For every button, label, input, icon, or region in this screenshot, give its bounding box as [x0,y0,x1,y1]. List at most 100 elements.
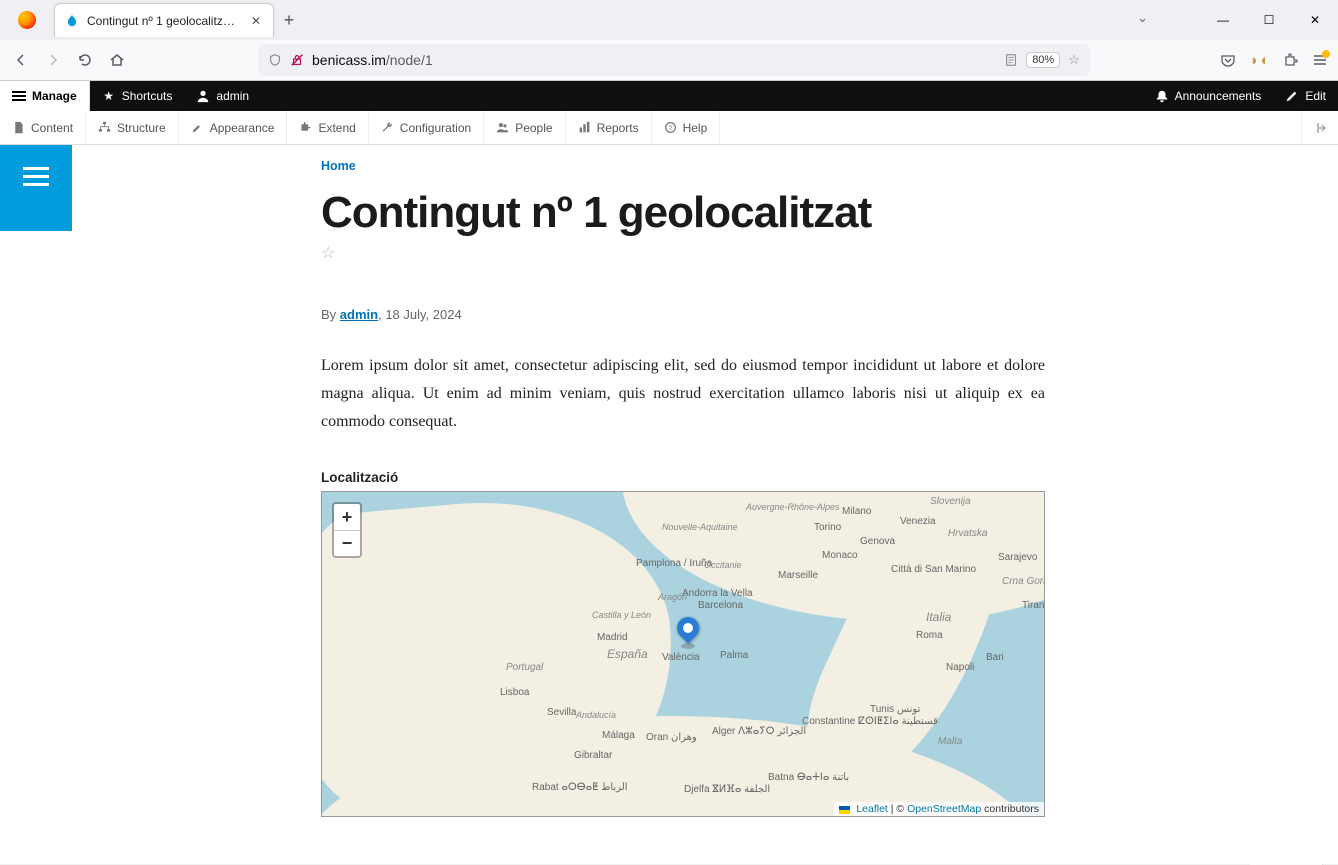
map-label: Madrid [597,632,628,643]
map-label: Constantine ⵇⵙⵏⵟⵉⵏⴰ قسنطينة [802,716,938,727]
map-label: Hrvatska [948,528,987,539]
puzzle-icon [299,121,312,134]
map-label: Auvergne-Rhône-Alpes [746,502,840,512]
sidebar-toggle[interactable] [0,145,72,231]
people-link[interactable]: People [484,111,565,144]
firefox-logo[interactable] [6,11,48,29]
notification-dot [1322,50,1330,58]
url-text: benicass.im/node/1 [312,52,996,68]
ukraine-flag-icon [839,806,850,814]
app-menu-icon[interactable] [1312,52,1328,68]
map-zoom-controls: + − [332,502,362,558]
nav-row: benicass.im/node/1 80% ☆ ◗◖ [0,40,1338,80]
account-icon[interactable]: ◗◖ [1250,52,1268,69]
tab-strip: Contingut nº 1 geolocalitzat | B ✕ + ⌄ —… [0,0,1338,40]
map-label: Djelfa ⴵⵍⴼⴰ الجلفة [684,784,770,795]
page: Home Contingut nº 1 geolocalitzat ☆ By a… [0,145,1338,864]
content-link[interactable]: Content [0,111,86,144]
map-label: Rabat ⴰⵔⴱⴰⵟ الرباط [532,782,628,793]
orientation-toggle[interactable] [1301,111,1338,144]
pocket-icon[interactable] [1220,52,1236,68]
announcements-link[interactable]: Announcements [1143,81,1274,111]
menu-icon [23,167,49,186]
edit-toggle[interactable]: Edit [1273,81,1338,111]
wrench-icon [381,121,394,134]
svg-text:?: ? [668,125,672,132]
map-label: Marseille [778,570,818,581]
reload-button[interactable] [74,49,96,71]
back-button[interactable] [10,49,32,71]
shortcuts-label: Shortcuts [122,89,173,103]
leaflet-map[interactable]: + − España Madrid València Barcelona Por… [321,491,1045,817]
map-label: Palma [720,650,748,661]
map-label: Nouvelle-Aquitaine [662,522,738,532]
paint-icon [191,121,204,134]
zoom-out-button[interactable]: − [334,530,360,556]
browser-chrome: Contingut nº 1 geolocalitzat | B ✕ + ⌄ —… [0,0,1338,81]
leaflet-link[interactable]: Leaflet [856,803,888,815]
map-label: Tunis تونس [870,704,920,715]
reader-mode-icon[interactable] [1004,53,1018,67]
browser-tab[interactable]: Contingut nº 1 geolocalitzat | B ✕ [54,3,274,37]
map-label: Batna ⴱⴰⵜⵏⴰ باتنة [768,772,849,783]
map-label: Alger ⴷⵣⴰⵢⵔ الجزائر [712,726,806,737]
manage-label: Manage [32,89,77,103]
map-label: Barcelona [698,600,743,611]
map-label: Città di San Marino [891,564,976,575]
shortcuts-link[interactable]: ★ Shortcuts [90,81,185,111]
map-label: Italia [926,610,951,624]
favicon-drupal-icon [65,14,79,28]
home-button[interactable] [106,49,128,71]
configuration-link[interactable]: Configuration [369,111,484,144]
map-label: Andorra la Vella [682,588,753,599]
bookmark-star-icon[interactable]: ☆ [1068,52,1080,68]
tracking-shield-icon[interactable] [268,53,282,67]
page-title: Contingut nº 1 geolocalitzat [321,189,1045,237]
zoom-in-button[interactable]: + [334,504,360,530]
edit-label: Edit [1305,89,1326,103]
user-link[interactable]: admin [184,81,261,111]
manage-toggle[interactable]: Manage [0,81,90,111]
map-marker[interactable] [677,617,699,639]
map-label: Milano [842,506,871,517]
forward-button [42,49,64,71]
zoom-level[interactable]: 80% [1026,52,1060,68]
extend-link[interactable]: Extend [287,111,368,144]
window-controls: — ☐ ✕ [1200,0,1338,40]
map-label: Málaga [602,730,635,741]
map-label: Roma [916,630,943,641]
structure-link[interactable]: Structure [86,111,179,144]
new-tab-button[interactable]: + [274,10,304,31]
close-tab-icon[interactable]: ✕ [249,14,263,28]
map-label: Slovenija [930,496,971,507]
toolbar-right: ◗◖ [1220,52,1328,69]
url-bar[interactable]: benicass.im/node/1 80% ☆ [258,44,1090,76]
osm-link[interactable]: OpenStreetMap [907,803,981,815]
location-field-label: Localització [321,470,1045,485]
maximize-button[interactable]: ☐ [1246,5,1292,35]
bell-icon [1155,89,1169,103]
help-link[interactable]: ?Help [652,111,721,144]
breadcrumb-home[interactable]: Home [321,159,356,173]
pencil-icon [1285,89,1299,103]
insecure-lock-icon[interactable] [290,53,304,67]
help-icon: ? [664,121,677,134]
extensions-icon[interactable] [1282,52,1298,68]
flag-star-icon[interactable]: ☆ [321,243,1045,263]
author-link[interactable]: admin [340,307,378,322]
tab-title: Contingut nº 1 geolocalitzat | B [87,14,241,28]
close-window-button[interactable]: ✕ [1292,5,1338,35]
people-icon [496,121,509,134]
user-label: admin [216,89,249,103]
map-label: España [607,647,648,661]
appearance-link[interactable]: Appearance [179,111,288,144]
map-label: Occitanie [704,560,742,570]
reports-link[interactable]: Reports [566,111,652,144]
map-label: Monaco [822,550,858,561]
map-label: Sevilla [547,707,576,718]
map-label: Bari [986,652,1004,663]
tabs-dropdown-icon[interactable]: ⌄ [1137,10,1148,26]
node-meta: By admin, 18 July, 2024 [321,307,1045,322]
minimize-button[interactable]: — [1200,5,1246,35]
map-label: València [662,652,700,663]
